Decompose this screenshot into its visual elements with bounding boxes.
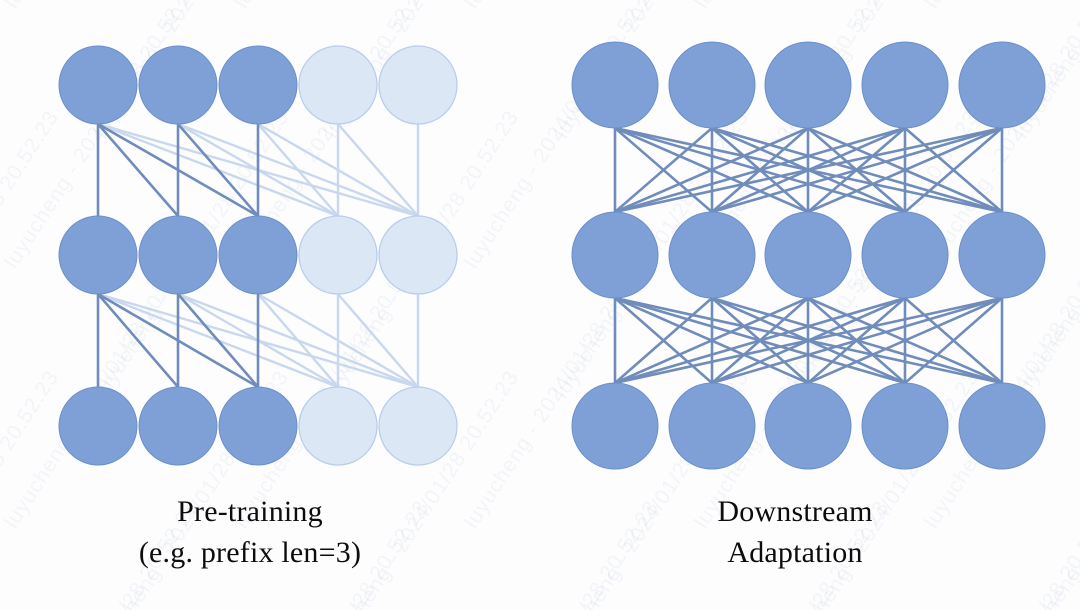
pre-training-nodes	[58, 45, 458, 466]
node-active	[138, 386, 218, 466]
edge-inactive	[176, 292, 420, 389]
node-active	[764, 41, 852, 129]
node-inactive	[298, 45, 378, 125]
downstream-caption-line-2: Adaptation	[727, 535, 863, 569]
node-active	[958, 211, 1046, 299]
node-inactive	[378, 215, 458, 295]
node-active	[218, 45, 298, 125]
node-active	[668, 41, 756, 129]
node-active	[861, 211, 949, 299]
node-active	[218, 215, 298, 295]
downstream-nodes	[571, 41, 1046, 470]
node-inactive	[298, 386, 378, 466]
node-inactive	[298, 215, 378, 295]
edge-active	[176, 292, 260, 389]
node-active	[571, 41, 659, 129]
edge-active	[176, 122, 260, 218]
node-active	[958, 382, 1046, 470]
node-active	[571, 382, 659, 470]
node-active	[138, 215, 218, 295]
node-active	[58, 386, 138, 466]
node-active	[764, 211, 852, 299]
edge-inactive	[336, 292, 420, 389]
node-active	[861, 382, 949, 470]
figure-canvas: luyucheng - 2024/01/28 20.52.23 luyucheng…	[0, 0, 1080, 610]
edge-active	[96, 292, 180, 389]
downstream-adaptation-diagram	[540, 0, 1060, 500]
node-active	[861, 41, 949, 129]
node-active	[58, 215, 138, 295]
pre-training-diagram	[10, 0, 500, 500]
node-active	[958, 41, 1046, 129]
downstream-caption-line-1: Downstream	[717, 495, 873, 528]
node-inactive	[378, 386, 458, 466]
edge-active	[96, 122, 180, 218]
node-inactive	[378, 45, 458, 125]
node-active	[58, 45, 138, 125]
pre-training-caption-line-1: Pre-training	[177, 495, 323, 528]
edge-inactive	[336, 122, 420, 218]
pre-training-caption: Pre-training (e.g. prefix len=3)	[10, 492, 490, 574]
node-active	[668, 211, 756, 299]
edge-inactive	[176, 122, 420, 218]
node-active	[764, 382, 852, 470]
node-active	[138, 45, 218, 125]
downstream-adaptation-caption: Downstream Adaptation	[545, 492, 1045, 574]
node-active	[571, 211, 659, 299]
node-active	[218, 386, 298, 466]
node-active	[668, 382, 756, 470]
pre-training-caption-line-2: (e.g. prefix len=3)	[138, 535, 362, 569]
